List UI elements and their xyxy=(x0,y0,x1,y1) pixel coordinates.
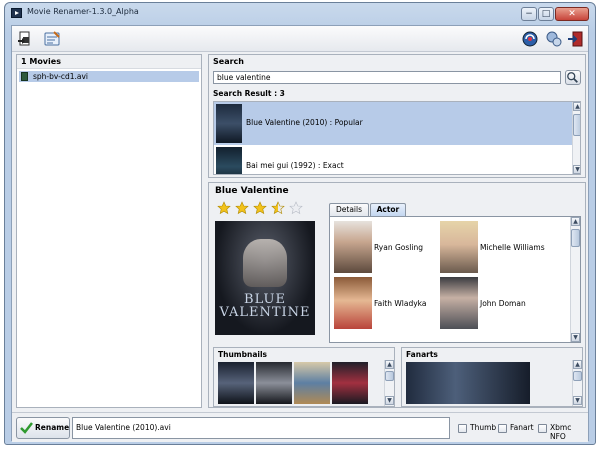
result-poster-thumb xyxy=(216,104,242,143)
rename-button[interactable]: Rename xyxy=(16,417,70,439)
poster-figure xyxy=(243,239,287,287)
half-star-icon xyxy=(271,201,285,215)
exit-icon[interactable] xyxy=(566,29,586,49)
actor-name: Ryan Gosling xyxy=(374,243,423,252)
app-icon xyxy=(11,8,22,18)
actor-photo xyxy=(334,277,372,329)
star-icon xyxy=(235,201,249,215)
empty-star-icon xyxy=(289,201,303,215)
rename-bar: Rename Blue Valentine (2010).avi Thumb F… xyxy=(12,412,588,442)
client-area: 1 Movies sph-bv-cd1.avi Search blue vale… xyxy=(11,25,589,442)
movies-header: 1 Movies xyxy=(17,55,201,69)
fanarts-panel: Fanarts ▲ ▼ xyxy=(401,347,583,407)
thumbnail-image[interactable] xyxy=(256,362,292,404)
settings-icon[interactable] xyxy=(42,29,62,49)
fanarts-header: Fanarts xyxy=(406,350,438,359)
window-title: Movie Renamer-1.3.0_Alpha xyxy=(27,7,139,16)
rename-label: Rename xyxy=(35,423,70,432)
thumbnail-image[interactable] xyxy=(332,362,368,404)
fanarts-scrollbar[interactable]: ▲ ▼ xyxy=(572,360,582,406)
checkmark-icon xyxy=(20,422,33,434)
tab-details[interactable]: Details xyxy=(329,203,370,216)
thumb-checkbox-label: Thumb xyxy=(470,423,497,432)
star-icon xyxy=(217,201,231,215)
help-icon[interactable] xyxy=(544,29,564,49)
toolbar xyxy=(12,26,588,52)
thumbnails-header: Thumbnails xyxy=(218,350,267,359)
actor-photo xyxy=(440,277,478,329)
film-icon xyxy=(21,72,28,81)
search-result-count: Search Result : 3 xyxy=(213,89,285,98)
actor-scrollbar[interactable]: ▲ ▼ xyxy=(570,217,580,342)
search-results-list: Blue Valentine (2010) : Popular Bai mei … xyxy=(213,101,581,175)
fanart-checkbox[interactable] xyxy=(498,424,507,433)
app-window: Movie Renamer-1.3.0_Alpha − □ ✕ 1 Movies… xyxy=(4,2,596,445)
thumbnail-image[interactable] xyxy=(294,362,330,404)
movie-list-item[interactable]: sph-bv-cd1.avi xyxy=(19,71,199,82)
actor-list: Ryan Gosling Michelle Williams Faith Wla… xyxy=(329,216,581,343)
search-input[interactable]: blue valentine xyxy=(213,71,561,84)
scroll-up-icon[interactable]: ▲ xyxy=(571,217,580,226)
info-tabs: Details Actor xyxy=(329,203,407,216)
movie-title: Blue Valentine xyxy=(215,186,289,196)
result-text: Bai mei gui (1992) : Exact xyxy=(246,161,344,170)
actor-name: Faith Wladyka xyxy=(374,299,427,308)
update-icon[interactable] xyxy=(520,29,540,49)
title-bar[interactable]: Movie Renamer-1.3.0_Alpha − □ ✕ xyxy=(5,3,595,23)
thumbnails-panel: Thumbnails ▲ ▼ xyxy=(213,347,395,407)
search-button[interactable] xyxy=(565,70,581,85)
movie-file-name: sph-bv-cd1.avi xyxy=(33,72,88,81)
scroll-thumb[interactable] xyxy=(571,229,580,247)
fanart-image[interactable] xyxy=(406,362,530,404)
thumb-checkbox[interactable] xyxy=(458,424,467,433)
actor-name: Michelle Williams xyxy=(480,243,545,252)
xbmc-nfo-checkbox-label: Xbmc NFO xyxy=(550,423,572,441)
close-button[interactable]: ✕ xyxy=(555,7,589,21)
actor-photo xyxy=(440,221,478,273)
scroll-down-icon[interactable]: ▼ xyxy=(571,333,580,342)
open-folder-icon[interactable] xyxy=(16,29,36,49)
actor-name: John Doman xyxy=(480,299,526,308)
thumbnail-image[interactable] xyxy=(218,362,254,404)
scroll-up-icon[interactable]: ▲ xyxy=(385,360,394,369)
scroll-down-icon[interactable]: ▼ xyxy=(573,165,580,174)
fanart-checkbox-label: Fanart xyxy=(510,423,534,432)
list-item[interactable]: Bai mei gui (1992) : Exact xyxy=(214,145,572,174)
xbmc-nfo-checkbox[interactable] xyxy=(538,424,547,433)
search-header: Search xyxy=(213,57,244,66)
result-text: Blue Valentine (2010) : Popular xyxy=(246,118,363,127)
scroll-thumb[interactable] xyxy=(385,371,394,381)
scroll-thumb[interactable] xyxy=(573,371,582,381)
search-icon xyxy=(567,72,578,83)
thumbnails-scrollbar[interactable]: ▲ ▼ xyxy=(384,360,394,406)
movies-panel: 1 Movies sph-bv-cd1.avi xyxy=(16,54,202,408)
list-item[interactable]: Blue Valentine (2010) : Popular xyxy=(214,102,572,145)
actor-photo xyxy=(334,221,372,273)
result-poster-thumb xyxy=(216,147,242,174)
star-icon xyxy=(253,201,267,215)
maximize-button[interactable]: □ xyxy=(538,7,554,21)
scroll-up-icon[interactable]: ▲ xyxy=(573,360,582,369)
scroll-up-icon[interactable]: ▲ xyxy=(573,102,580,111)
minimize-button[interactable]: − xyxy=(521,7,537,21)
scroll-down-icon[interactable]: ▼ xyxy=(385,396,394,405)
scroll-down-icon[interactable]: ▼ xyxy=(573,396,582,405)
movie-info-panel: Blue Valentine BLUE VALENTINE Details Ac… xyxy=(208,182,586,408)
tab-actor[interactable]: Actor xyxy=(369,203,407,216)
results-scrollbar[interactable]: ▲ ▼ xyxy=(572,102,580,174)
movie-poster: BLUE VALENTINE xyxy=(215,221,315,335)
rename-filename-field[interactable]: Blue Valentine (2010).avi xyxy=(72,417,450,439)
search-panel: Search blue valentine Search Result : 3 … xyxy=(208,54,586,178)
poster-title: BLUE VALENTINE xyxy=(219,292,311,320)
scroll-thumb[interactable] xyxy=(573,114,580,136)
